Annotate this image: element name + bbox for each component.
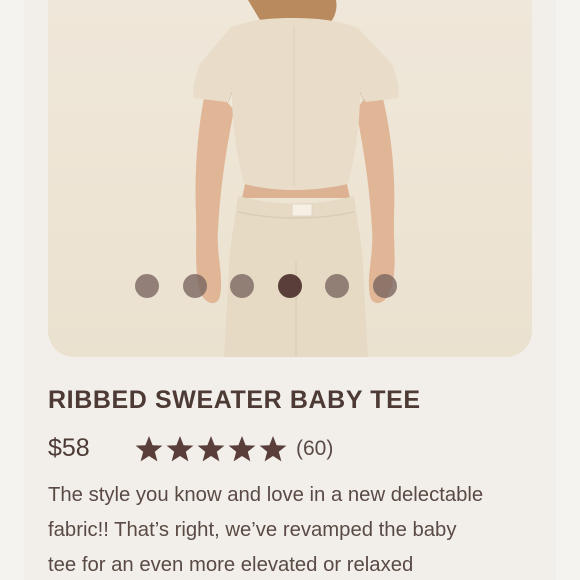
carousel-dot[interactable] — [182, 274, 207, 298]
carousel-dot[interactable] — [325, 274, 350, 298]
description-line: The style you know and love in a new del… — [48, 484, 484, 506]
rating-stars[interactable] — [134, 434, 288, 464]
description-line: fabric!! That’s right, we’ve revamped th… — [48, 519, 457, 541]
left-gutter — [0, 0, 24, 580]
carousel-dot[interactable] — [372, 274, 397, 298]
star-icon — [135, 436, 163, 462]
right-gutter — [556, 0, 580, 580]
product-image[interactable] — [48, 0, 532, 357]
carousel-dot[interactable] — [277, 274, 302, 298]
star-icon — [197, 436, 225, 462]
product-page: RIBBED SWEATER BABY TEE $58 (60) The sty… — [0, 0, 580, 580]
product-price: $58 — [48, 434, 90, 462]
review-count-link[interactable]: (60) — [296, 437, 333, 461]
star-icon — [166, 436, 194, 462]
carousel-dot[interactable] — [230, 274, 255, 298]
carousel-dot[interactable] — [135, 274, 159, 298]
product-title: RIBBED SWEATER BABY TEE — [48, 386, 421, 414]
description-line: tee for an even more elevated or relaxed — [48, 554, 414, 576]
product-description: The style you know and love in a new del… — [48, 478, 548, 580]
carousel-dots — [135, 274, 397, 298]
model-photo — [193, 0, 399, 357]
star-icon — [228, 436, 256, 462]
star-icon — [259, 436, 287, 462]
